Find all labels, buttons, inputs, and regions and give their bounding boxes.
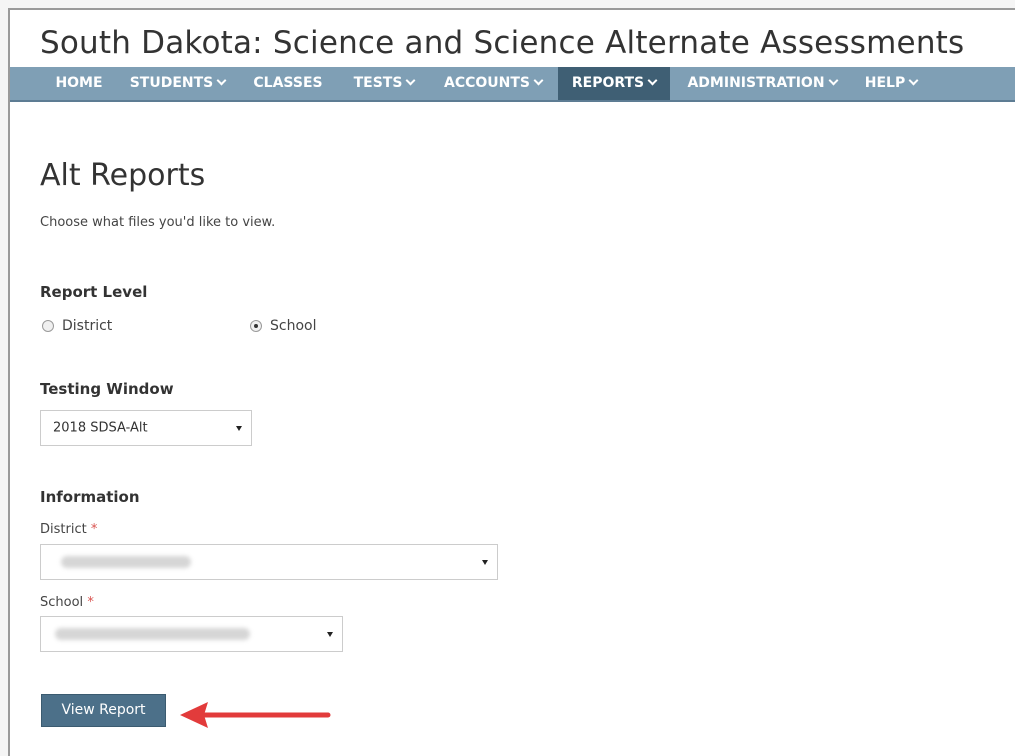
main-nav: HOME STUDENTS CLASSES TESTS ACCOUNTS REP…	[10, 67, 1015, 102]
testing-window-value: 2018 SDSA-Alt	[53, 420, 148, 436]
nav-classes-label: CLASSES	[253, 75, 323, 91]
nav-help[interactable]: HELP	[856, 67, 926, 100]
school-select[interactable]	[40, 616, 343, 652]
district-label-text: District	[40, 522, 87, 537]
radio-button[interactable]	[42, 320, 54, 332]
testing-window-label: Testing Window	[40, 380, 174, 398]
chevron-down-icon	[405, 75, 416, 86]
information-label: Information	[40, 488, 140, 506]
nav-accounts-label: ACCOUNTS	[443, 75, 530, 91]
school-field-label: School *	[40, 595, 94, 610]
district-select[interactable]	[40, 544, 498, 580]
radio-school[interactable]: School	[250, 318, 316, 334]
nav-reports[interactable]: REPORTS	[558, 67, 670, 100]
school-label-text: School	[40, 595, 84, 610]
required-marker: *	[87, 595, 94, 610]
nav-home[interactable]: HOME	[43, 67, 115, 100]
chevron-down-icon	[828, 75, 838, 86]
radio-button-selected[interactable]	[250, 320, 262, 332]
district-field-label: District *	[40, 522, 97, 537]
radio-district-label: District	[62, 318, 113, 334]
page-title: Alt Reports	[40, 158, 206, 193]
red-arrow-icon	[180, 702, 331, 728]
app-title: South Dakota: Science and Science Altern…	[40, 25, 965, 61]
caret-down-icon	[236, 426, 242, 431]
view-report-button[interactable]: View Report	[41, 694, 166, 727]
report-level-label: Report Level	[40, 283, 148, 301]
chevron-down-icon	[216, 75, 227, 86]
chevron-down-icon	[533, 75, 544, 86]
nav-reports-label: REPORTS	[571, 75, 645, 91]
required-marker: *	[90, 522, 98, 537]
radio-district[interactable]: District	[42, 318, 112, 334]
chevron-down-icon	[908, 75, 919, 86]
nav-home-label: HOME	[55, 75, 103, 91]
nav-accounts[interactable]: ACCOUNTS	[433, 67, 553, 100]
testing-window-select[interactable]: 2018 SDSA-Alt	[40, 410, 252, 446]
redacted-value	[55, 628, 250, 640]
radio-school-label: School	[270, 318, 317, 334]
nav-administration[interactable]: ADMINISTRATION	[677, 67, 847, 100]
nav-tests[interactable]: TESTS	[344, 67, 424, 100]
browser-frame: South Dakota: Science and Science Altern…	[8, 8, 1015, 756]
nav-administration-label: ADMINISTRATION	[687, 75, 825, 91]
caret-down-icon	[482, 560, 488, 565]
redacted-value	[61, 556, 191, 568]
nav-help-label: HELP	[864, 75, 906, 91]
nav-tests-label: TESTS	[353, 75, 403, 91]
nav-students-label: STUDENTS	[129, 75, 214, 91]
nav-students[interactable]: STUDENTS	[121, 67, 234, 100]
page-intro: Choose what files you'd like to view.	[40, 215, 276, 230]
nav-classes[interactable]: CLASSES	[246, 67, 330, 100]
chevron-down-icon	[647, 75, 658, 86]
caret-down-icon	[327, 632, 333, 637]
